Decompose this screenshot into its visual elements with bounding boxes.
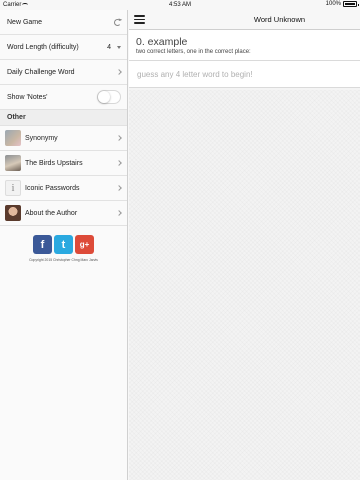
clock: 4:53 AM <box>168 2 191 8</box>
show-notes-item: Show 'Notes' <box>0 85 127 110</box>
show-notes-toggle[interactable] <box>97 90 121 104</box>
page-title: Word Unknown <box>253 15 306 24</box>
author-photo <box>5 205 21 221</box>
new-game-item[interactable]: New Game <box>0 10 127 35</box>
google-plus-icon[interactable]: g+ <box>75 235 94 254</box>
navigation-bar: Word Unknown <box>129 10 360 30</box>
show-notes-label: Show 'Notes' <box>7 93 48 101</box>
sidebar-item-label: About the Author <box>25 209 78 217</box>
social-links: f t g+ <box>0 235 127 254</box>
sidebar-item-label: Synonymy <box>25 134 58 142</box>
iconic-passwords-app-icon: i <box>5 180 21 196</box>
battery-fill <box>345 3 355 5</box>
battery-icon <box>343 1 359 7</box>
main-panel: Word Unknown 0. example two correct lett… <box>129 10 360 480</box>
example-title: 0. example <box>136 36 188 48</box>
toggle-knob <box>98 91 110 103</box>
caret-down-icon <box>117 45 121 49</box>
chevron-right-icon <box>116 160 122 166</box>
facebook-icon[interactable]: f <box>33 235 52 254</box>
status-bar: Carrier 4:53 AM 100% <box>0 0 360 10</box>
chevron-right-icon <box>116 185 122 191</box>
hamburger-menu-icon[interactable] <box>134 15 145 24</box>
synonymy-app-icon <box>5 130 21 146</box>
copyright-text: Copyright 2015 Christopher Chng Marc Jar… <box>29 258 98 262</box>
sidebar-item-label: Iconic Passwords <box>25 184 80 192</box>
example-hint: two correct letters, one in the correct … <box>136 49 251 55</box>
guess-row <box>129 61 360 88</box>
word-length-value: 4 <box>107 43 111 51</box>
sidebar-item-about-author[interactable]: About the Author <box>0 201 127 226</box>
sidebar-item-iconic-passwords[interactable]: i Iconic Passwords <box>0 176 127 201</box>
twitter-icon[interactable]: t <box>54 235 73 254</box>
sidebar-item-synonymy[interactable]: Synonymy <box>0 126 127 151</box>
sidebar-item-label: The Birds Upstairs <box>25 159 83 167</box>
sidebar-item-birds-upstairs[interactable]: The Birds Upstairs <box>0 151 127 176</box>
guess-input[interactable] <box>137 69 347 79</box>
refresh-icon <box>114 18 121 26</box>
word-length-label: Word Length (difficulty) <box>7 43 79 51</box>
birds-upstairs-app-icon <box>5 155 21 171</box>
daily-challenge-item[interactable]: Daily Challenge Word <box>0 60 127 85</box>
example-row: 0. example two correct letters, one in t… <box>129 30 360 61</box>
word-length-item[interactable]: Word Length (difficulty) 4 <box>0 35 127 60</box>
new-game-label: New Game <box>7 18 43 26</box>
daily-challenge-label: Daily Challenge Word <box>7 68 75 76</box>
other-section-header: Other <box>0 110 127 126</box>
battery-percent: 100% <box>325 1 341 7</box>
chevron-right-icon <box>116 69 122 75</box>
chevron-right-icon <box>116 135 122 141</box>
chevron-right-icon <box>116 210 122 216</box>
sidebar-menu: New Game Word Length (difficulty) 4 Dail… <box>0 10 128 480</box>
battery-indicator: 100% <box>325 1 359 7</box>
guess-history-area <box>129 90 360 480</box>
